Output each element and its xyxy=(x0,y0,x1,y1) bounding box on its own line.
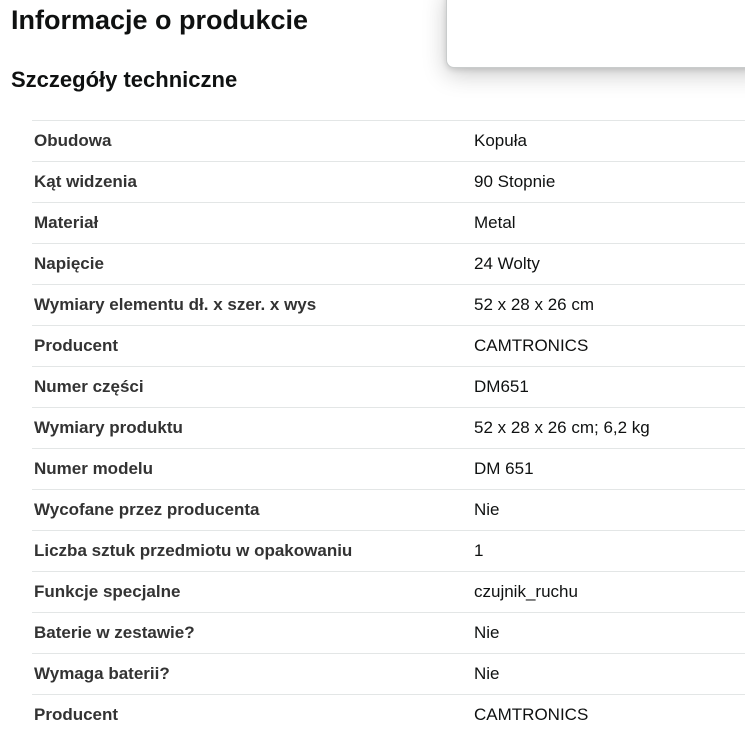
spec-value: 52 x 28 x 26 cm; 6,2 kg xyxy=(472,407,745,449)
table-row: Baterie w zestawie? Nie xyxy=(32,612,745,654)
spec-label: Numer modelu xyxy=(32,448,472,490)
spec-value: CAMTRONICS xyxy=(472,325,745,367)
table-row: Numer części DM651 xyxy=(32,366,745,408)
spec-label: Materiał xyxy=(32,202,472,244)
spec-label: Wymaga baterii? xyxy=(32,653,472,695)
table-row: Kąt widzenia 90 Stopnie xyxy=(32,161,745,203)
table-row: Producent CAMTRONICS xyxy=(32,325,745,367)
product-info-page: Informacje o produkcie Szczegóły technic… xyxy=(0,0,745,731)
table-row: Wymiary elementu dł. x szer. x wys 52 x … xyxy=(32,284,745,326)
table-row: Wycofane przez producenta Nie xyxy=(32,489,745,531)
spec-value: 90 Stopnie xyxy=(472,161,745,203)
table-row: Funkcje specjalne czujnik_ruchu xyxy=(32,571,745,613)
spec-label: Producent xyxy=(32,325,472,367)
spec-value: Nie xyxy=(472,489,745,531)
spec-value: 52 x 28 x 26 cm xyxy=(472,284,745,326)
popover-panel xyxy=(446,0,745,68)
spec-label: Producent xyxy=(32,694,472,731)
spec-value: 24 Wolty xyxy=(472,243,745,285)
spec-value: czujnik_ruchu xyxy=(472,571,745,613)
spec-value: DM 651 xyxy=(472,448,745,490)
spec-label: Wymiary produktu xyxy=(32,407,472,449)
spec-label: Kąt widzenia xyxy=(32,161,472,203)
spec-value: Kopuła xyxy=(472,120,745,162)
page-title: Informacje o produkcie xyxy=(11,5,309,35)
spec-value: Nie xyxy=(472,612,745,654)
spec-value: CAMTRONICS xyxy=(472,694,745,731)
table-row: Wymiary produktu 52 x 28 x 26 cm; 6,2 kg xyxy=(32,407,745,449)
spec-label: Wymiary elementu dł. x szer. x wys xyxy=(32,284,472,326)
spec-label: Funkcje specjalne xyxy=(32,571,472,613)
table-row: Liczba sztuk przedmiotu w opakowaniu 1 xyxy=(32,530,745,572)
spec-value: Metal xyxy=(472,202,745,244)
table-row: Obudowa Kopuła xyxy=(32,120,745,162)
spec-value: DM651 xyxy=(472,366,745,408)
spec-value: Nie xyxy=(472,653,745,695)
spec-label: Wycofane przez producenta xyxy=(32,489,472,531)
table-row: Wymaga baterii? Nie xyxy=(32,653,745,695)
spec-label: Napięcie xyxy=(32,243,472,285)
technical-details-table: Obudowa Kopuła Kąt widzenia 90 Stopnie M… xyxy=(32,120,745,731)
spec-label: Numer części xyxy=(32,366,472,408)
spec-label: Baterie w zestawie? xyxy=(32,612,472,654)
spec-label: Obudowa xyxy=(32,120,472,162)
spec-label: Liczba sztuk przedmiotu w opakowaniu xyxy=(32,530,472,572)
table-row: Producent CAMTRONICS xyxy=(32,694,745,731)
spec-value: 1 xyxy=(472,530,745,572)
section-title-technical-details: Szczegóły techniczne xyxy=(11,67,238,92)
table-row: Napięcie 24 Wolty xyxy=(32,243,745,285)
table-row: Materiał Metal xyxy=(32,202,745,244)
table-row: Numer modelu DM 651 xyxy=(32,448,745,490)
